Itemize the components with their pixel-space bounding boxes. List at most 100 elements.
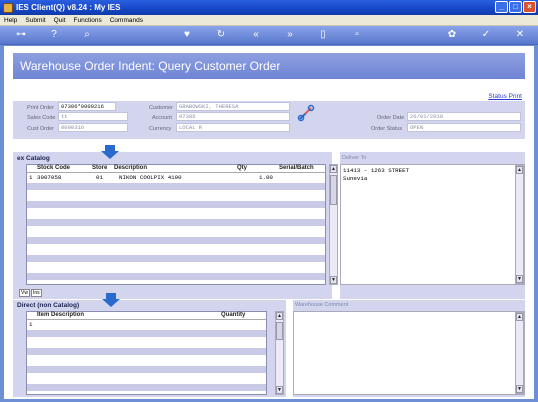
- menu-help[interactable]: Help: [4, 17, 17, 24]
- menu-bar: Help Submit Quit Functions Commands: [0, 15, 538, 26]
- col-serial: Serial/Batch: [279, 165, 314, 171]
- direct-grid-header: Item Description Quantity: [27, 312, 266, 320]
- menu-submit[interactable]: Submit: [25, 17, 45, 24]
- sales-code-field[interactable]: tt: [58, 112, 128, 121]
- minimize-button[interactable]: _: [495, 1, 508, 13]
- table-row[interactable]: [27, 273, 325, 281]
- menu-commands[interactable]: Commands: [110, 17, 143, 24]
- ex-catalog-grid: Stock Code Store Description Qty Serial/…: [26, 164, 326, 285]
- cell-store: 01: [96, 174, 103, 181]
- scroll-down-button[interactable]: ▼: [330, 276, 337, 284]
- currency-label: Currency: [149, 126, 172, 132]
- menu-quit[interactable]: Quit: [54, 17, 66, 24]
- scroll-thumb[interactable]: [276, 322, 283, 340]
- settings-icon[interactable]: ✿: [446, 29, 458, 41]
- grid-header: Stock Code Store Description Qty Serial/…: [27, 165, 325, 173]
- scroll-down-button[interactable]: ▼: [516, 275, 523, 283]
- currency-field[interactable]: LOCAL R: [176, 123, 290, 132]
- table-row[interactable]: [27, 366, 266, 374]
- row-number: 1: [29, 174, 33, 181]
- maximize-button[interactable]: □: [509, 1, 522, 13]
- direct-section: Direct (non Catalog) Item Description Qu…: [13, 293, 286, 397]
- order-status-label: Order Status: [371, 126, 403, 132]
- table-row[interactable]: [27, 246, 325, 254]
- ex-catalog-scrollbar[interactable]: ▲ ▼: [329, 164, 338, 285]
- table-row[interactable]: [27, 201, 325, 209]
- copy-icon[interactable]: ▫: [351, 29, 363, 41]
- table-row[interactable]: 1: [27, 321, 266, 329]
- table-row[interactable]: [27, 228, 325, 236]
- table-row[interactable]: [27, 357, 266, 365]
- app-icon: [3, 2, 13, 13]
- warehouse-comment-textarea[interactable]: ▲ ▼: [293, 311, 525, 395]
- print-order-label: Print Order: [27, 105, 54, 111]
- arrow-down-icon: [101, 145, 119, 159]
- scroll-down-button[interactable]: ▼: [516, 385, 523, 393]
- table-row[interactable]: [27, 330, 266, 338]
- scroll-up-button[interactable]: ▲: [330, 165, 337, 173]
- key-icon[interactable]: ⊶: [12, 29, 30, 41]
- tab-view[interactable]: Vw: [19, 289, 30, 297]
- col-description: Description: [114, 165, 148, 171]
- col-store: Store: [92, 165, 108, 171]
- scroll-up-button[interactable]: ▲: [516, 313, 523, 321]
- table-row[interactable]: [27, 183, 325, 191]
- direct-grid: Item Description Quantity 1: [26, 311, 267, 395]
- main-content: Warehouse Order Indent: Query Customer O…: [4, 46, 534, 399]
- table-row[interactable]: [27, 192, 325, 200]
- table-row[interactable]: [27, 348, 266, 356]
- col-quantity: Quantity: [221, 312, 246, 318]
- table-row[interactable]: [27, 255, 325, 263]
- warehouse-comment-label: Warehouse Comment: [295, 302, 349, 308]
- customer-label: Customer: [149, 105, 173, 111]
- help-icon[interactable]: ?: [48, 29, 60, 41]
- order-status-field[interactable]: OPEN: [407, 123, 521, 132]
- scroll-up-button[interactable]: ▲: [276, 312, 283, 320]
- warehouse-comment-scrollbar[interactable]: ▲ ▼: [515, 312, 524, 394]
- table-row[interactable]: [27, 375, 266, 383]
- table-row[interactable]: [27, 219, 325, 227]
- deliver-to-textarea[interactable]: 11413 - 1263 STREET Sunevia ▲ ▼: [340, 164, 525, 285]
- order-date-label: Order Date: [377, 115, 405, 121]
- deliver-line-1: 11413 - 1263 STREET: [343, 167, 410, 174]
- customer-field[interactable]: GRABOWSKI, THERESA: [176, 102, 290, 111]
- close-icon[interactable]: ✕: [514, 29, 526, 41]
- table-row[interactable]: [27, 237, 325, 245]
- row-number: 1: [29, 321, 33, 328]
- document-icon[interactable]: ▯: [317, 29, 329, 41]
- deliver-to-scrollbar[interactable]: ▲ ▼: [515, 165, 524, 284]
- search-icon[interactable]: ⌕: [81, 29, 93, 41]
- scroll-down-button[interactable]: ▼: [276, 386, 283, 394]
- ex-catalog-title: ex Catalog: [17, 155, 50, 162]
- status-print-link[interactable]: Status Print: [488, 93, 522, 100]
- refresh-icon[interactable]: ↻: [215, 29, 227, 41]
- cust-order-field[interactable]: 0000316: [58, 123, 128, 132]
- direct-scrollbar[interactable]: ▲ ▼: [275, 311, 284, 395]
- table-row[interactable]: 1 3007058 01 NIKON COOLPIX 4100 1.00: [27, 174, 325, 182]
- close-window-button[interactable]: ×: [523, 1, 536, 13]
- heart-icon[interactable]: ♥: [181, 29, 193, 41]
- order-date-field[interactable]: 26/01/2010: [407, 112, 521, 121]
- toolbar: ⊶ ? ⌕ ♥ ↻ « » ▯ ▫ ✿ ✓ ✕: [0, 26, 538, 45]
- print-order-field[interactable]: 07306*0000216: [58, 102, 116, 111]
- account-field[interactable]: 07306: [176, 112, 290, 121]
- scroll-up-button[interactable]: ▲: [516, 166, 523, 174]
- check-icon[interactable]: ✓: [480, 29, 492, 41]
- table-row[interactable]: [27, 210, 325, 218]
- deliver-line-2: Sunevia: [343, 175, 368, 182]
- tab-insert[interactable]: Ins: [30, 289, 42, 297]
- table-row[interactable]: [27, 384, 266, 392]
- scroll-thumb[interactable]: [330, 175, 337, 205]
- link-tool-icon[interactable]: [297, 104, 315, 122]
- col-qty: Qty: [237, 165, 248, 171]
- table-row[interactable]: [27, 264, 325, 272]
- fast-forward-icon[interactable]: »: [284, 29, 296, 41]
- table-row[interactable]: [27, 339, 266, 347]
- rewind-icon[interactable]: «: [250, 29, 262, 41]
- cell-description: NIKON COOLPIX 4100: [119, 174, 182, 181]
- ex-catalog-section: ex Catalog Stock Code Store Description …: [13, 145, 338, 299]
- cell-stock-code: 3007058: [37, 174, 62, 181]
- grid-tabs: Vw Ins: [19, 289, 42, 297]
- menu-functions[interactable]: Functions: [74, 17, 102, 24]
- cust-order-label: Cust Order: [27, 126, 54, 132]
